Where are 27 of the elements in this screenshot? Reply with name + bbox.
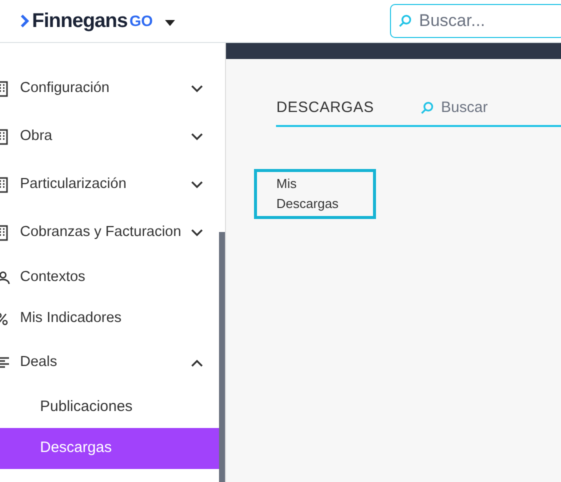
search-icon — [420, 101, 434, 115]
menu-item[interactable]: Configuración — [20, 78, 110, 100]
list-icon — [0, 356, 10, 370]
chevron-up-icon[interactable] — [191, 359, 204, 367]
menu-item[interactable]: Contextos — [20, 266, 86, 288]
person-icon — [0, 270, 10, 284]
menu-item[interactable]: Deals — [20, 352, 58, 374]
brand-suffix: GO — [130, 12, 153, 32]
chevron-down-icon[interactable] — [191, 85, 204, 93]
search-field[interactable]: Buscar — [441, 96, 561, 120]
caret-down-icon[interactable] — [164, 20, 175, 26]
submenu-item[interactable]: Publicaciones — [0, 387, 220, 428]
menu-item[interactable]: Cobranzas y Facturacion — [20, 222, 182, 244]
search-field[interactable]: Buscar... — [390, 4, 561, 38]
download-card[interactable]: Mis Descargas — [254, 169, 376, 219]
menu-item[interactable]: Mis Indicadores — [20, 308, 122, 330]
search-icon — [398, 14, 412, 28]
brand-name: Finnegans — [32, 9, 128, 34]
menu-item[interactable]: Obra — [20, 126, 52, 148]
submenu-item[interactable]: Descargas — [0, 428, 220, 469]
chevron-logo-icon — [20, 14, 29, 28]
menu-item[interactable]: Particularización — [20, 174, 126, 196]
chevron-down-icon[interactable] — [191, 229, 204, 237]
scrollbar[interactable] — [219, 232, 226, 482]
chevron-down-icon[interactable] — [191, 133, 204, 141]
chevron-down-icon[interactable] — [191, 181, 204, 189]
page-title: DESCARGAS — [276, 98, 374, 118]
